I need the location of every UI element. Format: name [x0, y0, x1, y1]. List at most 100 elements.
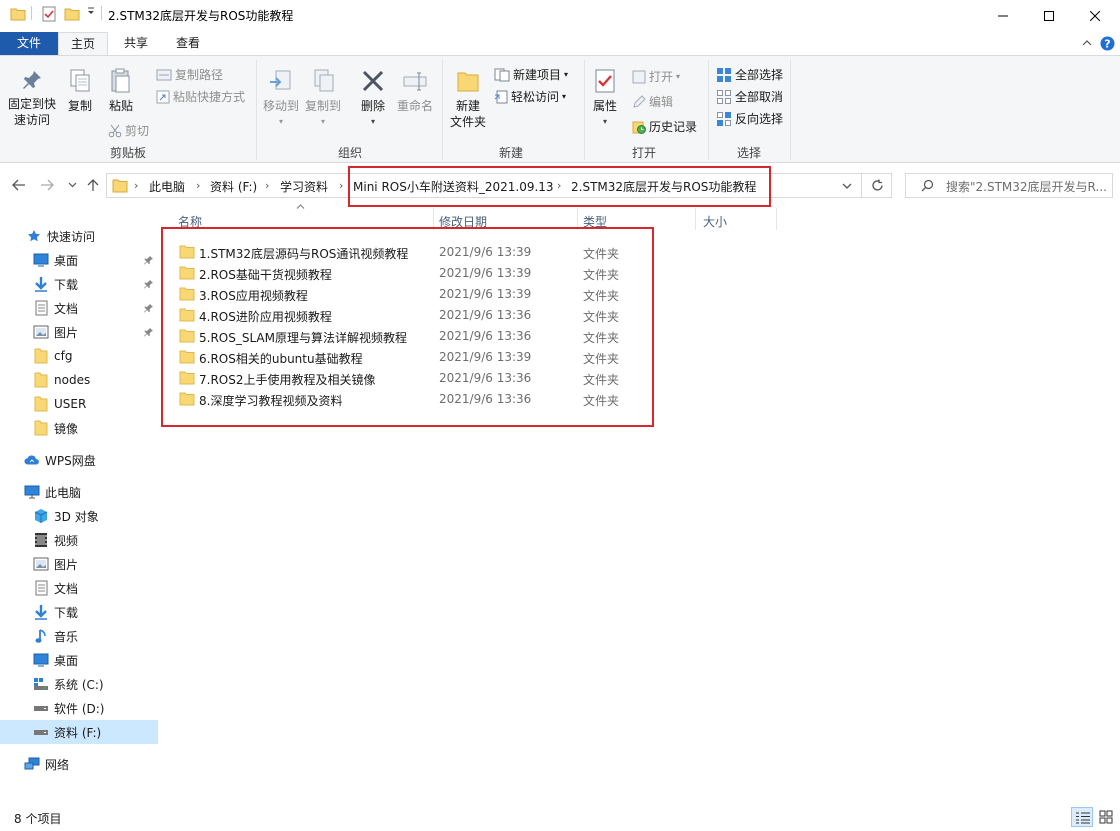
close-button[interactable]: [1072, 0, 1118, 31]
delete-button[interactable]: 删除 ▾: [357, 68, 389, 130]
copy-to-button[interactable]: 复制到 ▾: [303, 68, 343, 130]
paste-shortcut-button[interactable]: 粘贴快捷方式: [156, 88, 245, 105]
videos-icon: [33, 532, 49, 548]
address-dropdown-chevron-icon[interactable]: [842, 183, 852, 189]
nav-item-mirror[interactable]: 镜像: [0, 416, 158, 440]
nav-item-user[interactable]: USER: [0, 392, 158, 416]
nav-this-pc[interactable]: 此电脑: [0, 480, 158, 504]
nav-label: 网络: [45, 757, 70, 772]
paste-button[interactable]: 粘贴: [104, 68, 138, 114]
nav-item-pc-pictures[interactable]: 图片: [0, 552, 158, 576]
folder-icon: [10, 6, 26, 22]
breadcrumb-chevron-icon[interactable]: ›: [196, 179, 200, 192]
pin-icon[interactable]: [144, 327, 154, 337]
tab-home[interactable]: 主页: [58, 32, 108, 56]
nav-quick-access[interactable]: 快速访问: [0, 224, 158, 248]
nav-item-videos[interactable]: 视频: [0, 528, 158, 552]
pin-to-quick-access-button[interactable]: 固定到快 速访问: [6, 68, 58, 128]
invert-selection-button[interactable]: 反向选择: [716, 110, 783, 127]
minimize-icon: [998, 11, 1008, 21]
new-folder-icon[interactable]: [64, 6, 80, 22]
nav-item-nodes[interactable]: nodes: [0, 368, 158, 392]
chevron-down-icon: ▾: [370, 117, 375, 126]
large-icons-view-button[interactable]: [1096, 807, 1116, 827]
breadcrumb-chevron-icon[interactable]: ›: [339, 179, 343, 192]
pictures-icon: [33, 324, 49, 340]
easy-access-button[interactable]: 轻松访问 ▾: [494, 88, 566, 105]
group-label-clipboard: 剪贴板: [109, 146, 146, 160]
copy-icon: [63, 68, 97, 94]
nav-item-drive-f[interactable]: 资料 (F:): [0, 720, 158, 744]
qa-separator: [101, 6, 102, 20]
nav-item-documents[interactable]: 文档: [0, 296, 158, 320]
pin-icon[interactable]: [144, 255, 154, 265]
group-separator: [584, 60, 585, 160]
nav-item-drive-d[interactable]: 软件 (D:): [0, 696, 158, 720]
nav-item-downloads[interactable]: 下载: [0, 272, 158, 296]
select-none-button[interactable]: 全部取消: [716, 88, 783, 105]
nav-item-music[interactable]: 音乐: [0, 624, 158, 648]
new-folder-label-line2: 文件夹: [449, 115, 486, 129]
group-separator: [790, 60, 791, 160]
nav-item-cfg[interactable]: cfg: [0, 344, 158, 368]
pin-icon[interactable]: [144, 303, 154, 313]
back-arrow-icon[interactable]: [12, 179, 26, 191]
properties-icon[interactable]: [41, 6, 57, 22]
minimize-button[interactable]: [980, 0, 1026, 31]
details-view-button[interactable]: [1071, 807, 1093, 827]
nav-network[interactable]: 网络: [0, 752, 158, 776]
column-divider[interactable]: [776, 208, 777, 230]
drive-icon: [33, 700, 49, 716]
nav-item-pc-desktop[interactable]: 桌面: [0, 648, 158, 672]
select-all-button[interactable]: 全部选择: [716, 66, 783, 83]
history-button[interactable]: 历史记录: [632, 118, 697, 135]
nav-item-drive-c[interactable]: 系统 (C:): [0, 672, 158, 696]
forward-arrow-icon[interactable]: [40, 179, 54, 191]
move-to-button[interactable]: 移动到 ▾: [262, 68, 300, 130]
address-row: › 此电脑 › 资料 (F:) › 学习资料 › Mini ROS小车附送资料_…: [0, 164, 1120, 208]
nav-item-desktop[interactable]: 桌面: [0, 248, 158, 272]
help-icon[interactable]: ?: [1100, 36, 1115, 51]
cut-label: 剪切: [125, 124, 150, 138]
breadcrumb-chevron-icon[interactable]: ›: [265, 179, 269, 192]
ribbon: 固定到快 速访问 复制 粘贴 复制路径 粘贴快捷方式 剪切 剪贴板 移动到 ▾: [0, 55, 1120, 163]
nav-label: 音乐: [54, 629, 79, 644]
nav-item-3d-objects[interactable]: 3D 对象: [0, 504, 158, 528]
refresh-button[interactable]: [862, 173, 892, 198]
breadcrumb-this-pc[interactable]: 此电脑: [149, 178, 185, 195]
folder-icon: [33, 372, 49, 388]
nav-label: 下载: [54, 605, 79, 620]
copy-button[interactable]: 复制: [63, 68, 97, 114]
recent-locations-chevron-icon[interactable]: [68, 182, 77, 188]
properties-button[interactable]: 属性 ▾: [589, 68, 621, 130]
open-button[interactable]: 打开 ▾: [632, 68, 680, 85]
maximize-button[interactable]: [1026, 0, 1072, 31]
pin-icon[interactable]: [144, 279, 154, 289]
cut-button[interactable]: 剪切: [108, 122, 149, 139]
breadcrumb-chevron-icon[interactable]: ›: [134, 179, 138, 192]
copy-path-button[interactable]: 复制路径: [156, 66, 223, 83]
nav-item-pc-documents[interactable]: 文档: [0, 576, 158, 600]
new-folder-button[interactable]: 新建 文件夹: [446, 68, 490, 130]
group-label-organize: 组织: [337, 146, 362, 160]
nav-item-pictures[interactable]: 图片: [0, 320, 158, 344]
tab-share[interactable]: 共享: [112, 32, 160, 56]
nav-item-pc-downloads[interactable]: 下载: [0, 600, 158, 624]
new-item-button[interactable]: 新建项目 ▾: [494, 66, 568, 83]
system-drive-icon: [33, 676, 49, 692]
select-all-icon: [716, 67, 732, 83]
up-arrow-icon[interactable]: [87, 178, 99, 192]
column-divider[interactable]: [695, 208, 696, 230]
rename-button[interactable]: 重命名: [394, 68, 436, 114]
nav-wps-cloud[interactable]: WPS网盘: [0, 448, 158, 472]
breadcrumb-study-materials[interactable]: 学习资料: [280, 178, 328, 195]
tab-view[interactable]: 查看: [164, 32, 212, 56]
tab-file[interactable]: 文件: [0, 32, 58, 56]
edit-button[interactable]: 编辑: [632, 93, 673, 110]
delete-label: 删除: [360, 99, 385, 113]
search-box[interactable]: 搜索"2.STM32底层开发与R...: [905, 173, 1113, 198]
collapse-ribbon-icon[interactable]: [1082, 38, 1092, 48]
column-header-size[interactable]: 大小: [703, 213, 727, 230]
customize-qa-chevron-icon[interactable]: [86, 6, 96, 16]
breadcrumb-drive-f[interactable]: 资料 (F:): [210, 178, 257, 195]
